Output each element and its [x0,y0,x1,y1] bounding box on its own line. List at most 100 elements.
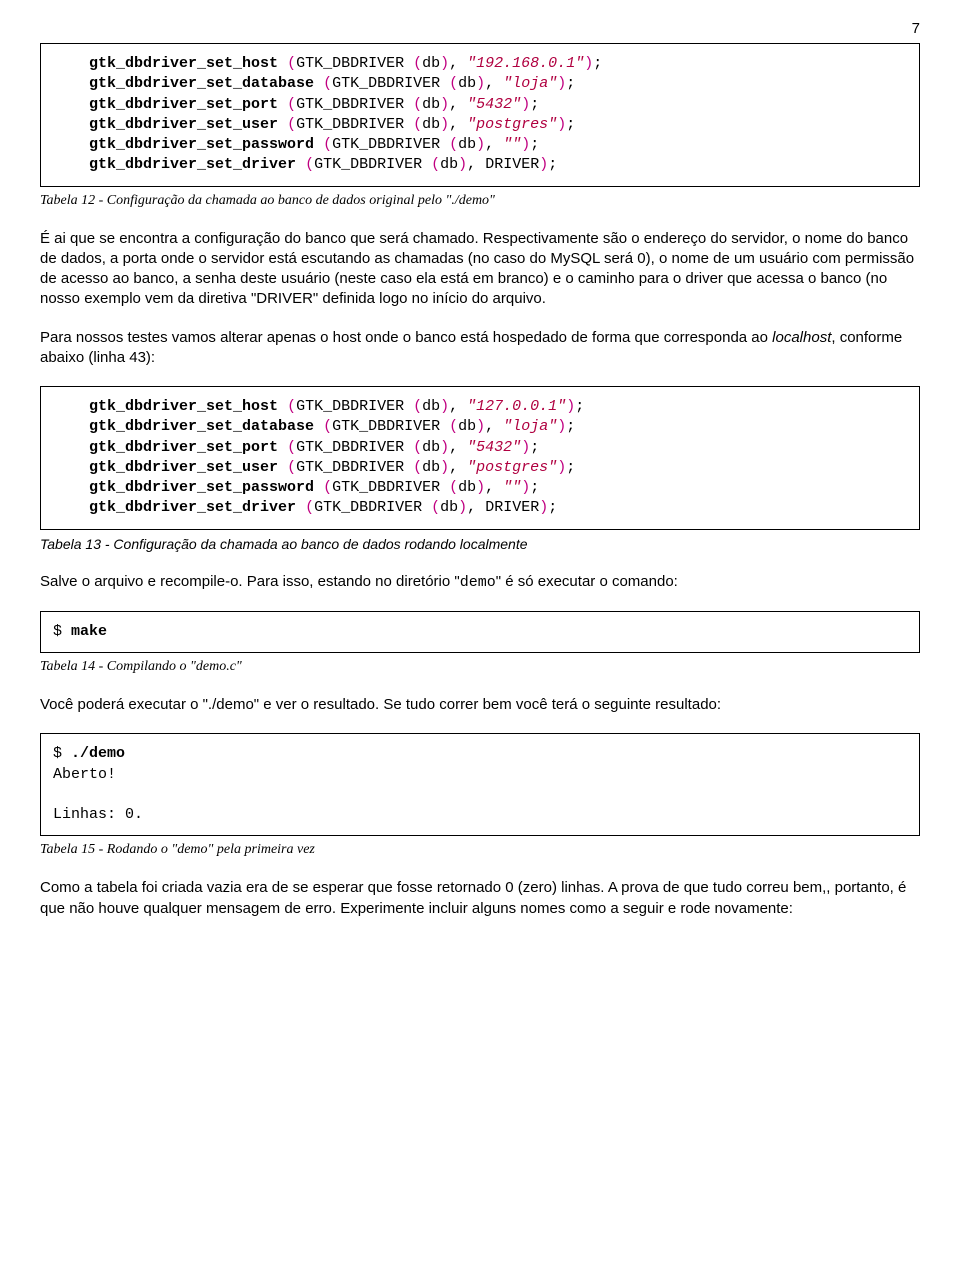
paragraph: Como a tabela foi criada vazia era de se… [40,878,920,919]
code-token: DRIVER [485,156,539,173]
paren-icon: ( [323,136,332,153]
paren-icon: ( [413,398,422,415]
paren-icon: ) [521,136,530,153]
paren-icon: ( [449,136,458,153]
paren-icon: ) [557,418,566,435]
code-block-4: $ ./demo Aberto! Linhas: 0. [40,733,920,836]
paren-icon: ( [287,398,296,415]
code-token: db [422,398,440,415]
shell-output: Linhas: 0. [53,806,143,823]
table-caption-14: Tabela 14 - Compilando o "demo.c" [40,659,920,675]
table-caption-13: Tabela 13 - Configuração da chamada ao b… [40,536,920,552]
paren-icon: ) [557,75,566,92]
paren-icon: ) [440,55,449,72]
paren-icon: ( [287,96,296,113]
text: Salve o arquivo e recompile-o. Para isso… [40,573,460,590]
code-token: db [422,55,440,72]
paren-icon: ) [521,439,530,456]
code-string: "" [503,479,521,496]
code-string: "192.168.0.1" [467,55,584,72]
paren-icon: ) [440,459,449,476]
code-token: db [440,499,458,516]
code-token: gtk_dbdriver_set_port [89,439,278,456]
shell-command: make [71,623,107,640]
paragraph: Salve o arquivo e recompile-o. Para isso… [40,572,920,593]
code-token: gtk_dbdriver_set_password [89,136,314,153]
paren-icon: ) [476,479,485,496]
code-token: GTK_DBDRIVER [296,55,413,72]
paren-icon: ( [413,439,422,456]
text: Para nossos testes vamos alterar apenas … [40,329,772,346]
paren-icon: ) [458,156,467,173]
paren-icon: ) [440,96,449,113]
text: " é só executar o comando: [496,573,678,590]
paren-icon: ( [287,459,296,476]
paren-icon: ) [557,116,566,133]
paren-icon: ) [521,96,530,113]
code-token: gtk_dbdriver_set_password [89,479,314,496]
page-number: 7 [40,20,920,37]
code-token: GTK_DBDRIVER [296,398,413,415]
paren-icon: ( [305,156,314,173]
paragraph: Você poderá executar o "./demo" e ver o … [40,695,920,715]
code-token: DRIVER [485,499,539,516]
code-token: gtk_dbdriver_set_user [89,459,278,476]
shell-command: ./demo [71,745,125,762]
paren-icon: ) [440,439,449,456]
code-token: GTK_DBDRIVER [332,418,449,435]
paren-icon: ( [413,459,422,476]
paren-icon: ) [539,156,548,173]
code-token: GTK_DBDRIVER [314,156,431,173]
code-token: GTK_DBDRIVER [332,136,449,153]
paren-icon: ( [431,156,440,173]
paren-icon: ( [413,96,422,113]
paren-icon: ( [323,418,332,435]
paren-icon: ( [323,75,332,92]
code-token: db [458,418,476,435]
paren-icon: ( [305,499,314,516]
paren-icon: ( [413,116,422,133]
code-token: db [422,96,440,113]
paren-icon: ) [440,398,449,415]
table-caption-12: Tabela 12 - Configuração da chamada ao b… [40,193,920,209]
code-token: gtk_dbdriver_set_driver [89,499,296,516]
paren-icon: ( [287,116,296,133]
code-string: "postgres" [467,116,557,133]
paragraph: Para nossos testes vamos alterar apenas … [40,328,920,369]
paren-icon: ( [449,75,458,92]
paragraph: É ai que se encontra a configuração do b… [40,229,920,310]
paren-icon: ( [449,479,458,496]
code-token: GTK_DBDRIVER [332,75,449,92]
text-italic: localhost [772,329,831,346]
text-mono: demo [460,574,496,591]
code-token: db [422,116,440,133]
code-string: "loja" [503,75,557,92]
code-block-1: gtk_dbdriver_set_host (GTK_DBDRIVER (db)… [40,43,920,187]
code-token: gtk_dbdriver_set_host [89,398,278,415]
shell-output: Aberto! [53,766,116,783]
code-string: "" [503,136,521,153]
paren-icon: ) [458,499,467,516]
code-token: GTK_DBDRIVER [314,499,431,516]
code-token: gtk_dbdriver_set_host [89,55,278,72]
code-token: gtk_dbdriver_set_driver [89,156,296,173]
paren-icon: ( [431,499,440,516]
code-token: gtk_dbdriver_set_database [89,418,314,435]
code-token: GTK_DBDRIVER [332,479,449,496]
paren-icon: ( [413,55,422,72]
code-token: db [422,459,440,476]
code-block-3: $ make [40,611,920,653]
paren-icon: ) [476,75,485,92]
code-token: GTK_DBDRIVER [296,459,413,476]
paren-icon: ( [287,439,296,456]
paren-icon: ) [539,499,548,516]
code-token: db [440,156,458,173]
code-block-2: gtk_dbdriver_set_host (GTK_DBDRIVER (db)… [40,386,920,530]
code-token: GTK_DBDRIVER [296,96,413,113]
paren-icon: ) [557,459,566,476]
code-string: "127.0.0.1" [467,398,566,415]
code-token: gtk_dbdriver_set_port [89,96,278,113]
code-token: gtk_dbdriver_set_user [89,116,278,133]
code-token: db [458,136,476,153]
code-token: GTK_DBDRIVER [296,439,413,456]
